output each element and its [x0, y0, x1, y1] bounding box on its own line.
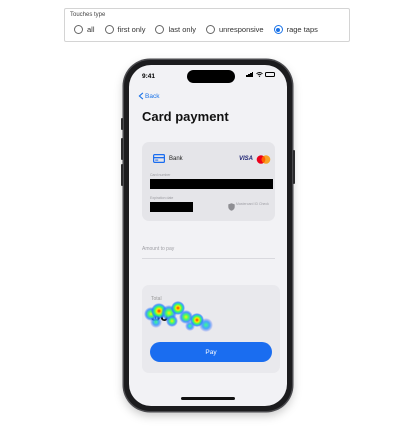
phone-screen: 9:41 Back Card payment Bank VISA Card nu…	[129, 65, 287, 406]
radio-button-icon[interactable]	[205, 25, 215, 34]
pay-button[interactable]: Pay	[150, 342, 272, 362]
phone-volume-up-button	[121, 138, 123, 160]
wifi-icon	[256, 72, 263, 77]
card-number-label: Card number	[150, 173, 171, 177]
id-check-text: Mastercard ID Check	[236, 202, 269, 206]
radio-option-first-only[interactable]: first only	[104, 25, 146, 34]
radio-label: unresponsive	[218, 25, 264, 34]
status-time: 9:41	[142, 73, 156, 80]
mastercard-logo-icon	[256, 155, 271, 164]
shield-icon	[228, 203, 235, 211]
radio-option-rage-taps[interactable]: rage taps	[273, 25, 318, 34]
expiry-redacted	[150, 202, 193, 212]
radio-button-checked-icon[interactable]	[273, 25, 283, 34]
back-label: Back	[145, 92, 160, 100]
touches-type-radio-group: all first only last only unresponsive ra…	[74, 25, 318, 34]
radio-button-icon[interactable]	[155, 25, 165, 34]
status-icons	[246, 72, 275, 77]
home-indicator[interactable]	[181, 397, 235, 400]
bank-name: Bank	[169, 156, 183, 162]
radio-option-last-only[interactable]: last only	[155, 25, 196, 34]
dynamic-island	[187, 70, 235, 83]
expiry-label: Expiration date	[150, 196, 174, 200]
chevron-left-icon	[138, 92, 144, 100]
radio-label: all	[87, 25, 95, 34]
amount-to-pay-label: Amount to pay	[142, 246, 175, 252]
phone-volume-down-button	[121, 164, 123, 186]
phone-frame: 9:41 Back Card payment Bank VISA Card nu…	[121, 60, 295, 411]
total-panel: Total $0	[142, 285, 280, 373]
phone-side-button	[121, 118, 123, 130]
signal-icon	[246, 72, 254, 77]
payment-card[interactable]: Bank VISA Card number Expiration date Ma…	[142, 142, 275, 221]
amount-input-underline[interactable]	[142, 258, 275, 259]
radio-button-icon[interactable]	[104, 25, 114, 34]
visa-logo-icon: VISA	[239, 156, 254, 162]
radio-option-unresponsive[interactable]: unresponsive	[205, 25, 264, 34]
radio-label: rage taps	[286, 25, 318, 34]
radio-option-all[interactable]: all	[74, 25, 95, 34]
battery-icon	[265, 72, 275, 77]
touches-type-filter: Touches type all first only last only un…	[64, 8, 350, 42]
credit-card-icon	[153, 154, 165, 163]
radio-label: first only	[117, 25, 146, 34]
radio-button-icon[interactable]	[74, 25, 83, 34]
page-title: Card payment	[142, 109, 229, 124]
rage-tap-heatmap-overlay	[144, 301, 213, 332]
back-button[interactable]: Back	[137, 92, 159, 100]
card-number-redacted	[150, 179, 273, 189]
radio-label: last only	[168, 25, 196, 34]
phone-power-button	[293, 150, 295, 184]
filter-legend: Touches type	[70, 12, 106, 18]
